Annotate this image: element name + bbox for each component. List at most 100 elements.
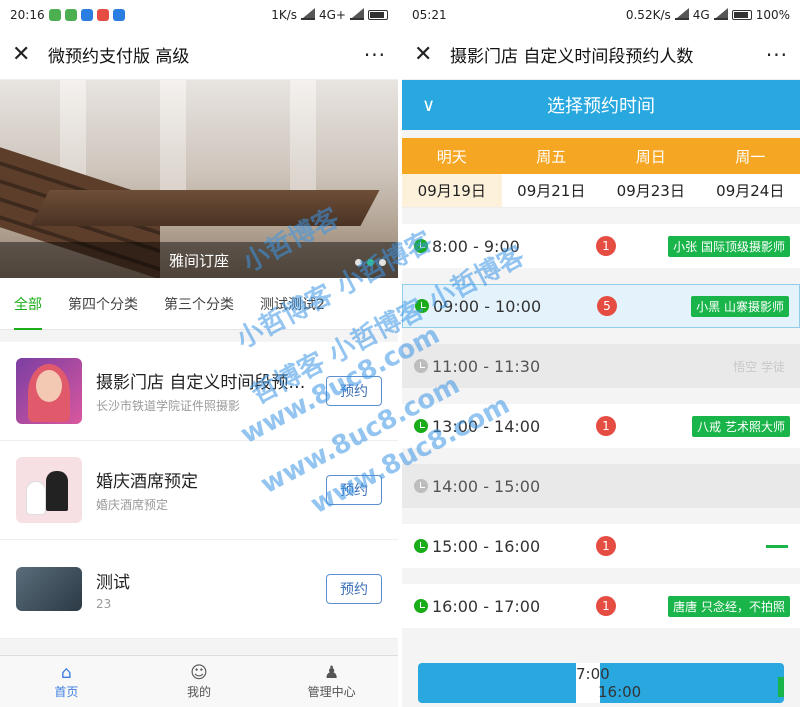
tab-mine[interactable]: ☺ 我的 — [133, 656, 266, 707]
chevron-down-icon[interactable]: ∨ — [422, 95, 452, 116]
bottom-tab-bar: ⌂ 首页 ☺ 我的 ♟ 管理中心 — [0, 655, 398, 707]
clock-icon — [414, 359, 428, 373]
clock-icon — [415, 299, 429, 313]
app-notification-icon — [112, 9, 125, 21]
list-item[interactable]: 摄影门店 自定义时间段预约人数 长沙市铁道学院证件照摄影 预约 — [0, 342, 398, 441]
reserve-button[interactable]: 预约 — [326, 475, 382, 505]
slot-time: 15:00 - 16:00 — [432, 536, 541, 556]
service-subtitle: 长沙市铁道学院证件照摄影 — [96, 399, 241, 413]
banner-caption: 雅间订座 — [0, 242, 398, 278]
home-icon: ⌂ — [60, 663, 72, 683]
select-time-label: 选择预约时间 — [547, 96, 655, 117]
wifi-icon — [674, 8, 689, 20]
user-icon: ☺ — [190, 663, 208, 683]
admin-icon: ♟ — [324, 663, 340, 683]
list-item[interactable]: 测试 23 预约 — [0, 540, 398, 639]
tab-category-3[interactable]: 第三个分类 — [164, 294, 234, 314]
app-notification-icon — [96, 9, 109, 21]
date-option[interactable]: 09月19日 — [402, 174, 502, 207]
right-phone-screen: 05:21 0.52K/s 4G 100% ✕ 摄影门店 自定义时间段预约人数 … — [402, 0, 800, 707]
slot-count-badge: 1 — [596, 596, 616, 616]
time-slot[interactable]: 13:00 - 14:00 1 八戒 艺术照大师 — [402, 404, 800, 448]
tab-test-2[interactable]: 测试测试2 — [260, 294, 325, 314]
tab-admin[interactable]: ♟ 管理中心 — [265, 656, 398, 707]
status-bar: 05:21 0.52K/s 4G 100% — [402, 0, 800, 30]
more-icon[interactable]: ··· — [356, 43, 386, 67]
nav-bar: ✕ 微预约支付版 高级 ··· — [0, 30, 398, 80]
status-time: 20:16 — [10, 8, 45, 22]
service-name: 婚庆酒席预定 — [96, 472, 198, 492]
list-item[interactable]: 婚庆酒席预定 婚庆酒席预定 预约 — [0, 441, 398, 540]
clock-icon — [414, 539, 428, 553]
network-speed: 0.52K/s — [625, 8, 671, 22]
slot-count-badge: 1 — [596, 536, 616, 556]
status-time: 05:21 — [412, 8, 447, 22]
slot-time: 13:00 - 14:00 — [432, 416, 541, 436]
network-type: 4G — [692, 8, 710, 22]
network-type: 4G+ — [319, 8, 346, 22]
slot-time: 09:00 - 10:00 — [433, 296, 542, 316]
date-row: 09月19日 09月21日 09月23日 09月24日 — [402, 174, 800, 208]
select-time-bar[interactable]: ∨ 选择预约时间 — [402, 80, 800, 130]
network-speed: 1K/s — [271, 8, 297, 22]
battery-level: 100% — [755, 8, 790, 22]
banner-image — [30, 190, 380, 226]
time-slot-selected[interactable]: 09:00 - 10:00 5 小黑 山寨摄影师 — [402, 284, 800, 328]
page-title: 摄影门店 自定义时间段预约人数 — [450, 47, 694, 67]
page-title: 微预约支付版 高级 — [48, 47, 190, 67]
service-name: 测试 — [96, 572, 130, 593]
app-notification-icon — [48, 9, 61, 21]
category-tabs: 全部 第四个分类 第三个分类 测试测试2 — [0, 278, 398, 330]
battery-icon — [731, 10, 752, 20]
service-subtitle: 婚庆酒席预定 — [96, 498, 169, 512]
time-slot-disabled: 11:00 - 11:30 悟空 学徒 — [402, 344, 800, 388]
app-notification-icon — [80, 9, 93, 21]
staff-tag: 唐唐 只念经，不拍照 — [668, 595, 790, 617]
carousel-dot-active[interactable] — [367, 259, 374, 266]
reserve-button[interactable]: 预约 — [326, 574, 382, 604]
clock-icon — [414, 419, 428, 433]
signal-icon — [350, 8, 364, 20]
clock-icon — [414, 239, 428, 253]
slot-time: 11:00 - 11:30 — [432, 356, 541, 376]
service-list: 摄影门店 自定义时间段预约人数 长沙市铁道学院证件照摄影 预约 婚庆酒席预定 婚… — [0, 342, 398, 639]
banner-carousel[interactable]: 雅间订座 — [0, 80, 398, 278]
service-thumbnail — [16, 358, 82, 424]
selected-time-end: 16:00 — [598, 683, 642, 701]
staff-tag: 八戒 艺术照大师 — [692, 415, 790, 437]
confirm-button[interactable]: 7:00 16:00 — [418, 663, 784, 703]
tab-all[interactable]: 全部 — [14, 294, 42, 330]
signal-icon — [713, 8, 728, 20]
weekday-label: 周日 — [635, 147, 666, 166]
slot-count-badge: 1 — [596, 236, 616, 256]
tab-category-4[interactable]: 第四个分类 — [68, 294, 138, 314]
carousel-dot[interactable] — [379, 259, 386, 266]
close-icon[interactable]: ✕ — [12, 42, 40, 67]
tab-home[interactable]: ⌂ 首页 — [0, 656, 133, 707]
nav-bar: ✕ 摄影门店 自定义时间段预约人数 ··· — [402, 30, 800, 80]
carousel-dot[interactable] — [355, 259, 362, 266]
time-slot-list: 8:00 - 9:00 1 小张 国际顶级摄影师 09:00 - 10:00 5… — [402, 224, 800, 628]
close-icon[interactable]: ✕ — [414, 42, 442, 67]
banner-image — [160, 80, 186, 200]
staff-tag: 小张 国际顶级摄影师 — [668, 235, 790, 257]
slot-count-badge: 1 — [596, 416, 616, 436]
time-slot[interactable]: 15:00 - 16:00 1 — [402, 524, 800, 568]
service-thumbnail — [16, 457, 82, 523]
date-option[interactable]: 09月24日 — [701, 174, 800, 207]
service-subtitle: 23 — [96, 596, 112, 611]
battery-icon — [368, 10, 388, 20]
slot-time: 8:00 - 9:00 — [432, 236, 520, 256]
status-bar: 20:16 1K/s 4G+ — [0, 0, 398, 30]
weekday-row: 明天 周五 周日 周一 — [402, 138, 800, 174]
reserve-button[interactable]: 预约 — [326, 376, 382, 406]
time-slot[interactable]: 16:00 - 17:00 1 唐唐 只念经，不拍照 — [402, 584, 800, 628]
carousel-dots — [355, 259, 386, 266]
date-option[interactable]: 09月23日 — [601, 174, 701, 207]
date-option[interactable]: 09月21日 — [502, 174, 602, 207]
weekday-label: 周一 — [735, 147, 766, 166]
more-icon[interactable]: ··· — [758, 43, 788, 67]
time-slot[interactable]: 8:00 - 9:00 1 小张 国际顶级摄影师 — [402, 224, 800, 268]
clock-icon — [414, 599, 428, 613]
weekday-label: 周五 — [536, 147, 567, 166]
